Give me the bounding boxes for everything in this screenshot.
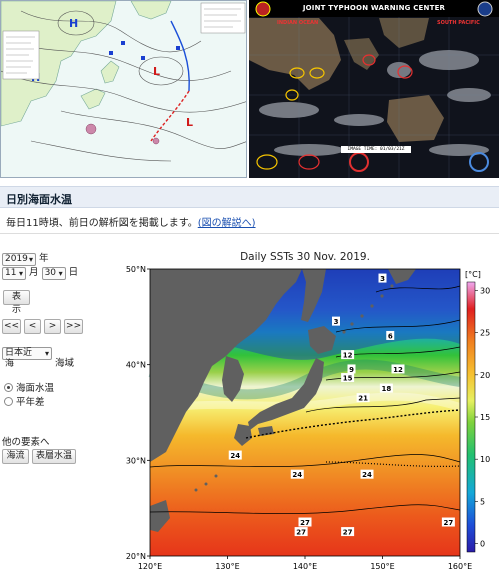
y-ticks: 50°N 40°N 30°N 20°N	[126, 265, 150, 561]
subsurface-temp-button[interactable]: 表層水温	[32, 449, 77, 464]
radio-anomaly[interactable]: 平年差	[4, 394, 45, 408]
jtwc-ocean-label-2: SOUTH PACIFIC	[437, 20, 480, 26]
contour-label: 12	[343, 352, 353, 360]
section-description: 毎日11時頃、前日の解析図を掲載します。(図の解説へ)	[6, 214, 256, 229]
display-button[interactable]: 表示	[3, 290, 30, 315]
section-divider	[0, 233, 499, 234]
colorbar-tick-label: 15	[480, 413, 490, 422]
contour-label: 27	[296, 529, 306, 537]
nav-buttons: << < > >>	[2, 319, 84, 334]
contour-label: 12	[393, 366, 403, 374]
radio-sst-label: 海面水温	[16, 383, 55, 394]
region-row: 日本近海 海域	[2, 347, 74, 369]
jtwc-ocean-label-1: INDIAN OCEAN	[277, 20, 319, 26]
contour-label: 3	[380, 275, 385, 283]
radio-anomaly-label: 平年差	[16, 397, 45, 408]
contour-label: 15	[343, 375, 353, 383]
sst-map[interactable]: 336121291518212424 242727 2727 120°E 130°E 1…	[126, 262, 499, 580]
contour-label: 6	[388, 332, 393, 340]
region-suffix: 海域	[55, 358, 75, 369]
colorbar-tick-label: 20	[480, 371, 490, 380]
svg-text:L: L	[186, 116, 193, 129]
day-select[interactable]: 30	[41, 267, 66, 280]
radio-anomaly-indicator[interactable]	[4, 397, 13, 406]
contour-label: 27	[444, 519, 454, 527]
x-tick-label: 130°E	[215, 562, 239, 571]
colorbar-tick-label: 0	[480, 540, 485, 549]
display-button-wrap: 表示	[3, 290, 30, 315]
jtwc-satellite-image[interactable]: JOINT TYPHOON WARNING CENTER IMAGE TIME:…	[249, 0, 499, 178]
y-tick-label: 40°N	[126, 361, 146, 370]
radio-sst-indicator[interactable]	[4, 383, 13, 392]
other-elements-label: 他の要素へ	[2, 437, 50, 448]
colorbar-tick-label: 25	[480, 329, 490, 338]
contour-label: 27	[300, 519, 310, 527]
month-suffix: 月	[29, 267, 39, 278]
contour-label: 21	[358, 395, 368, 403]
help-link[interactable]: (図の解説へ)	[198, 218, 256, 229]
colorbar-tick-label: 30	[480, 286, 490, 295]
contour-label: 3	[334, 318, 339, 326]
x-tick-label: 140°E	[293, 562, 317, 571]
region-select[interactable]: 日本近海	[2, 347, 52, 369]
x-tick-label: 120°E	[138, 562, 162, 571]
weather-chart-svg: H L H L	[1, 1, 246, 177]
colorbar-ticks: 0 5 10 15 20 25 30	[475, 286, 490, 549]
current-button[interactable]: 海流	[2, 449, 29, 464]
y-tick-label: 20°N	[126, 552, 146, 561]
x-ticks: 120°E 130°E 140°E 150°E 160°E	[138, 556, 472, 571]
x-tick-label: 150°E	[370, 562, 394, 571]
date-row: 11 月 30 日	[2, 264, 78, 280]
colorbar	[466, 281, 476, 553]
colorbar-unit: [°C]	[465, 270, 481, 279]
description-text: 毎日11時頃、前日の解析図を掲載します。	[6, 218, 198, 229]
jtwc-title: JOINT TYPHOON WARNING CENTER	[302, 4, 446, 12]
jtwc-image-time: IMAGE TIME: 01/03/21Z	[341, 146, 411, 153]
day-suffix: 日	[68, 267, 79, 278]
colorbar-tick-label: 10	[480, 455, 490, 464]
prev-button[interactable]: <	[24, 319, 42, 334]
last-button[interactable]: >>	[64, 319, 84, 334]
svg-text:H: H	[69, 17, 78, 30]
contour-label: 24	[292, 471, 302, 479]
contour-label: 27	[343, 529, 353, 537]
colorbar-tick-label: 5	[480, 497, 485, 506]
y-tick-label: 50°N	[126, 265, 146, 274]
year-suffix: 年	[39, 253, 49, 264]
contour-label: 18	[382, 385, 392, 393]
contour-label: 24	[230, 452, 240, 460]
svg-text:L: L	[153, 65, 160, 78]
contour-label: 9	[349, 366, 354, 374]
next-button[interactable]: >	[44, 319, 62, 334]
y-tick-label: 30°N	[126, 456, 146, 465]
first-button[interactable]: <<	[2, 319, 21, 334]
contour-label: 24	[362, 471, 372, 479]
section-title: 日別海面水温	[0, 186, 499, 208]
radio-sst[interactable]: 海面水温	[4, 380, 54, 394]
month-select[interactable]: 11	[2, 267, 26, 280]
other-buttons: 海流 表層水温	[2, 449, 77, 464]
map-area	[148, 269, 462, 556]
x-tick-label: 160°E	[448, 562, 472, 571]
surface-weather-chart-image[interactable]: H L H L	[0, 0, 247, 178]
